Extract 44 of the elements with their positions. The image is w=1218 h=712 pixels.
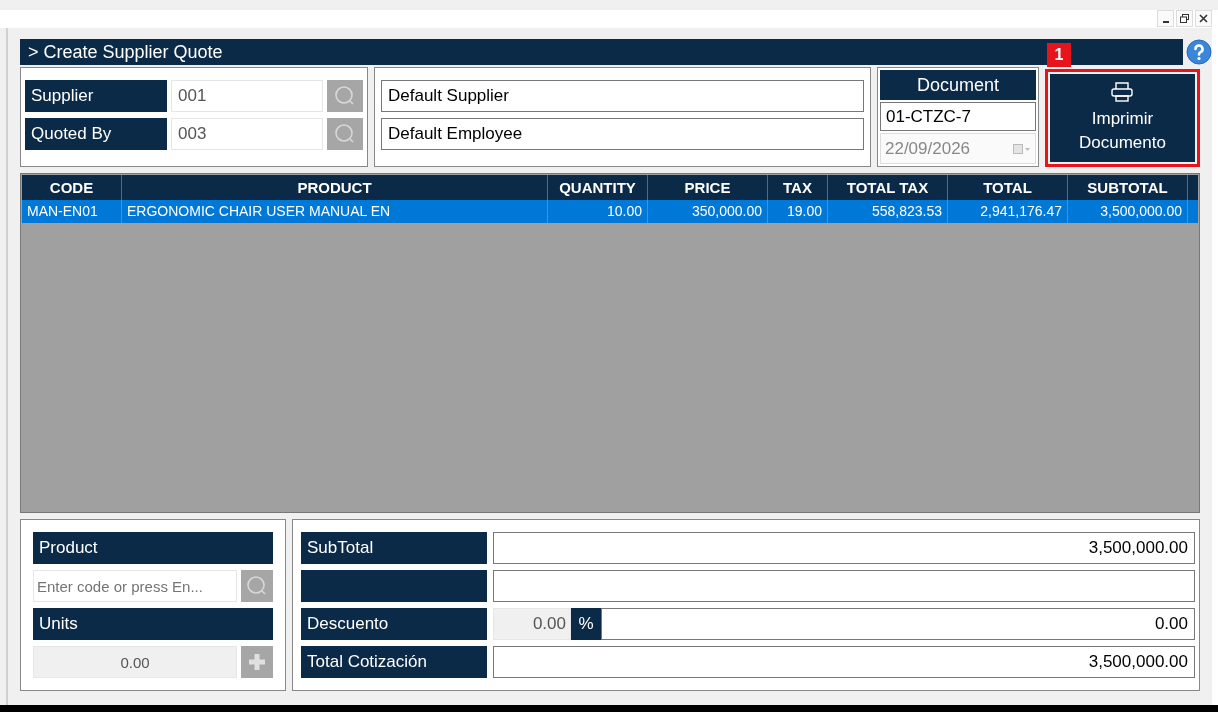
table-cell: 350,000.00	[648, 200, 768, 223]
field-label: Supplier	[25, 80, 167, 112]
close-icon	[1199, 14, 1208, 23]
minimize-button[interactable]	[1157, 10, 1174, 27]
search-icon	[334, 123, 356, 145]
table-cell: MAN-EN01	[22, 200, 122, 223]
close-button[interactable]	[1195, 10, 1212, 27]
plus-icon	[247, 652, 267, 672]
document-number-field[interactable]: 01-CTZC-7	[879, 102, 1036, 132]
code-field[interactable]: 003	[171, 118, 323, 150]
table-cell: 19.00	[768, 200, 828, 223]
percent-sign: %	[571, 608, 601, 640]
amount-field[interactable]: 3,500,000.00	[493, 646, 1195, 678]
units-field[interactable]: 0.00	[33, 646, 237, 678]
table-cell: 558,823.53	[828, 200, 948, 223]
units-label: Units	[33, 608, 273, 640]
search-icon	[246, 575, 268, 597]
table-cell: 10.00	[548, 200, 648, 223]
table-cell: ERGONOMIC CHAIR USER MANUAL EN	[122, 200, 548, 223]
table-row[interactable]: MAN-EN01 ERGONOMIC CHAIR USER MANUAL EN 10.00 350,000.00 19.00 558,823.53 2,941,176.47 3,500,000.00	[22, 200, 1198, 223]
callout-badge: 1	[1046, 43, 1071, 67]
table-cell: 3,500,000.00	[1068, 200, 1188, 223]
name-field[interactable]: Default Supplier	[381, 80, 864, 112]
table-cell: 2,941,176.47	[948, 200, 1068, 223]
print-button[interactable]: Imprimir Documento	[1049, 74, 1195, 162]
discount-percent-field[interactable]: 0.00	[493, 608, 571, 640]
total-label: Descuento	[301, 608, 487, 640]
minimize-icon	[1162, 20, 1169, 23]
total-label: Total Cotización	[301, 646, 487, 678]
code-field[interactable]: 001	[171, 80, 323, 112]
field-label: Quoted By	[25, 118, 167, 150]
restore-icon	[1180, 14, 1189, 23]
help-icon[interactable]	[1186, 39, 1212, 65]
restore-button[interactable]	[1176, 10, 1193, 27]
discount-field[interactable]: 0.00	[601, 608, 1195, 640]
product-label: Product	[33, 532, 273, 564]
printer-icon	[1110, 81, 1135, 104]
search-icon	[334, 85, 356, 107]
document-label: Document	[879, 70, 1036, 100]
name-field[interactable]: Default Employee	[381, 118, 864, 150]
amount-field[interactable]	[493, 570, 1195, 602]
product-search-field[interactable]: Enter code or press En...	[33, 570, 237, 602]
total-label: SubTotal	[301, 532, 487, 564]
amount-field[interactable]: 3,500,000.00	[493, 532, 1195, 564]
